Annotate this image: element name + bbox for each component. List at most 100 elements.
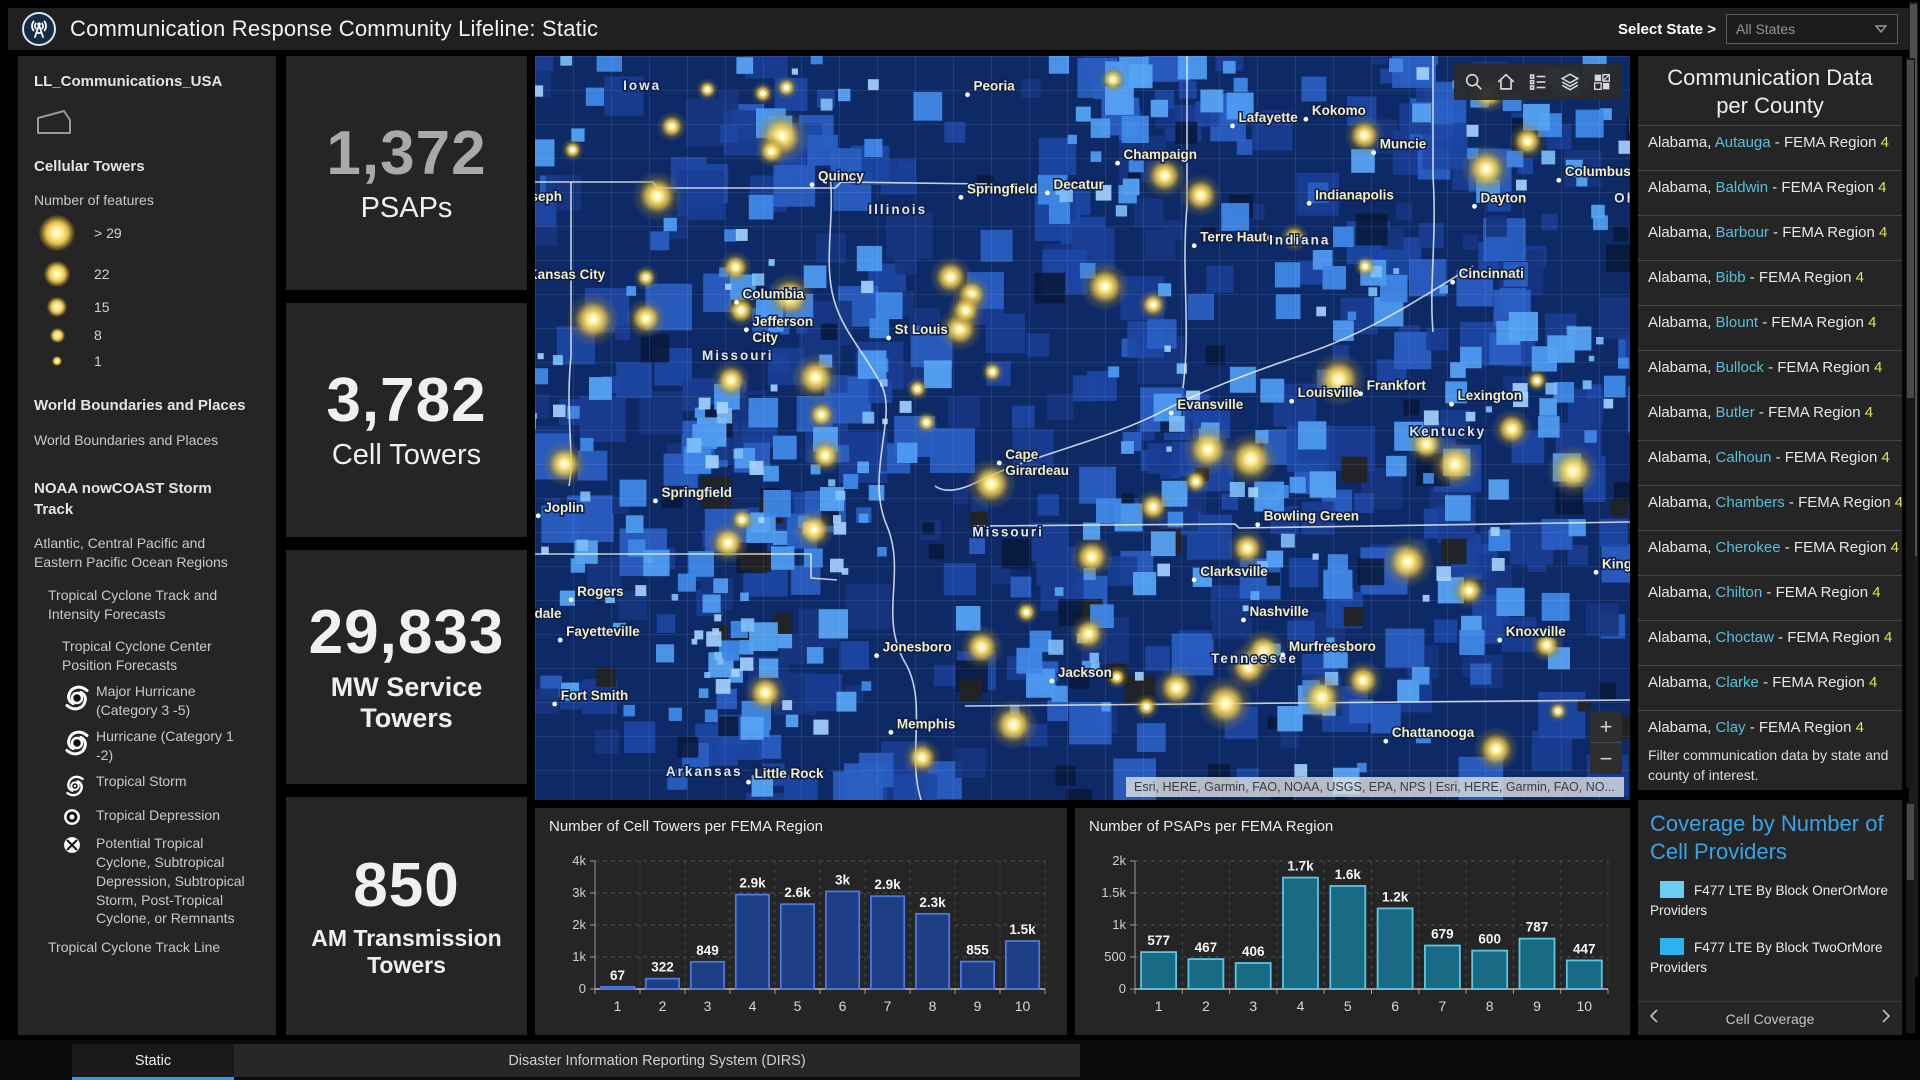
layers-icon[interactable] <box>1556 68 1584 96</box>
svg-text:600: 600 <box>1478 932 1501 947</box>
bar[interactable] <box>646 979 679 989</box>
county-row[interactable]: Alabama, Clay - FEMA Region 4 <box>1638 710 1902 741</box>
bar[interactable] <box>601 987 634 989</box>
svg-text:Muncie: Muncie <box>1380 137 1427 152</box>
county-row[interactable]: Alabama, Choctaw - FEMA Region 4 <box>1638 620 1902 665</box>
county-row[interactable]: Alabama, Autauga - FEMA Region 4 <box>1638 125 1902 170</box>
bar[interactable] <box>1006 941 1039 989</box>
svg-text:2k: 2k <box>572 917 586 932</box>
svg-text:Iowa: Iowa <box>623 78 661 93</box>
bar[interactable] <box>1141 952 1176 989</box>
bar[interactable] <box>1472 951 1507 989</box>
svg-text:67: 67 <box>610 968 625 983</box>
bar[interactable] <box>736 895 769 989</box>
svg-text:0: 0 <box>1119 981 1126 996</box>
zoom-in-button[interactable]: + <box>1590 711 1622 743</box>
bar[interactable] <box>1425 946 1460 990</box>
map-canvas[interactable]: IowaPeoriaLafayetteKokomoMuncieChampaign… <box>535 56 1630 800</box>
stat-card-psaps: 1,372 PSAPs <box>286 56 527 290</box>
legend-storm-label: Tropical Depression <box>96 806 254 825</box>
search-icon[interactable] <box>1460 68 1488 96</box>
county-list-footer: Filter communication data by state and c… <box>1638 741 1902 790</box>
county-list-title: Communication Data per County <box>1638 56 1902 125</box>
tower-dot-icon <box>47 297 67 317</box>
svg-text:1.2k: 1.2k <box>1382 889 1409 904</box>
svg-text:6: 6 <box>839 998 847 1014</box>
county-scrollbar[interactable] <box>1906 58 1915 788</box>
svg-text:2.9k: 2.9k <box>739 876 766 891</box>
svg-text:1k: 1k <box>1112 917 1126 932</box>
coverage-swatch-icon <box>1660 881 1684 898</box>
county-row[interactable]: Alabama, Cherokee - FEMA Region 4 <box>1638 530 1902 575</box>
pager-right-icon[interactable] <box>1880 1008 1892 1029</box>
legend-list-icon[interactable] <box>1524 68 1552 96</box>
svg-text:2.6k: 2.6k <box>784 885 811 900</box>
svg-text:Evansville: Evansville <box>1177 397 1244 412</box>
coverage-legend-label: F477 LTE By Block TwoOrMore Providers <box>1650 940 1883 975</box>
bar[interactable] <box>916 914 949 989</box>
svg-text:10: 10 <box>1577 998 1593 1014</box>
svg-text:Champaign: Champaign <box>1124 147 1198 162</box>
home-icon[interactable] <box>1492 68 1520 96</box>
county-row[interactable]: Alabama, Butler - FEMA Region 4 <box>1638 395 1902 440</box>
svg-text:1k: 1k <box>572 949 586 964</box>
svg-text:679: 679 <box>1431 927 1454 942</box>
county-row[interactable]: Alabama, Clarke - FEMA Region 4 <box>1638 665 1902 710</box>
bar[interactable] <box>781 904 814 989</box>
stat-label: Cell Towers <box>332 439 481 472</box>
county-row[interactable]: Alabama, Barbour - FEMA Region 4 <box>1638 215 1902 260</box>
svg-text:Illinois: Illinois <box>868 202 927 217</box>
tab-static[interactable]: Static <box>72 1044 234 1080</box>
county-row[interactable]: Alabama, Bibb - FEMA Region 4 <box>1638 260 1902 305</box>
state-dropdown[interactable]: All States <box>1726 14 1898 44</box>
svg-text:7: 7 <box>1439 998 1447 1014</box>
svg-text:4: 4 <box>1297 998 1305 1014</box>
basemap-grid-icon[interactable] <box>1588 68 1616 96</box>
tropical-storm-icon <box>62 773 96 799</box>
svg-text:Lexington: Lexington <box>1458 388 1523 403</box>
circle-x-icon <box>62 835 96 855</box>
county-row[interactable]: Alabama, Chambers - FEMA Region 4 <box>1638 485 1902 530</box>
bar[interactable] <box>1378 908 1413 989</box>
svg-text:Joplin: Joplin <box>544 500 584 515</box>
svg-text:2: 2 <box>659 998 667 1014</box>
legend-storm-label: Potential Tropical Cyclone, Subtropical … <box>96 834 254 928</box>
svg-text:Joseph: Joseph <box>535 189 562 204</box>
county-row[interactable]: Alabama, Bullock - FEMA Region 4 <box>1638 350 1902 395</box>
county-row[interactable]: Alabama, Blount - FEMA Region 4 <box>1638 305 1902 350</box>
svg-text:2.3k: 2.3k <box>919 895 946 910</box>
bar[interactable] <box>961 962 994 989</box>
svg-text:447: 447 <box>1573 941 1596 956</box>
svg-text:Quincy: Quincy <box>818 169 864 184</box>
svg-text:St Louis: St Louis <box>895 322 948 337</box>
svg-text:Missouri: Missouri <box>972 524 1044 539</box>
bar[interactable] <box>1283 878 1318 989</box>
county-row[interactable]: Alabama, Chilton - FEMA Region 4 <box>1638 575 1902 620</box>
coverage-scrollbar[interactable] <box>1906 802 1915 1033</box>
svg-text:Murfreesboro: Murfreesboro <box>1289 639 1376 654</box>
svg-text:Dayton: Dayton <box>1481 190 1527 205</box>
coverage-scrollbar-thumb[interactable] <box>1907 804 1914 880</box>
bar[interactable] <box>871 896 904 989</box>
county-scrollbar-thumb[interactable] <box>1907 60 1914 398</box>
map-render: IowaPeoriaLafayetteKokomoMuncieChampaign… <box>535 56 1630 800</box>
map-toolbar <box>1454 64 1622 100</box>
bar[interactable] <box>1567 960 1602 989</box>
bar[interactable] <box>1330 886 1365 989</box>
bar[interactable] <box>1236 963 1271 989</box>
county-row[interactable]: Alabama, Calhoun - FEMA Region 4 <box>1638 440 1902 485</box>
bar[interactable] <box>691 962 724 989</box>
bar[interactable] <box>1520 939 1555 989</box>
pager-left-icon[interactable] <box>1648 1008 1660 1029</box>
bar[interactable] <box>826 891 859 989</box>
legend-size-label: 22 <box>94 265 110 284</box>
svg-text:4: 4 <box>749 998 757 1014</box>
county-row[interactable]: Alabama, Baldwin - FEMA Region 4 <box>1638 170 1902 215</box>
legend-storm-row: Potential Tropical Cyclone, Subtropical … <box>62 834 254 928</box>
svg-text:406: 406 <box>1242 944 1265 959</box>
svg-text:3k: 3k <box>572 885 586 900</box>
bar[interactable] <box>1188 959 1223 989</box>
zoom-out-button[interactable]: − <box>1590 743 1622 774</box>
tab-dirs[interactable]: Disaster Information Reporting System (D… <box>234 1044 1080 1077</box>
legend-center-group: Tropical Cyclone Center Position Forecas… <box>62 637 254 675</box>
